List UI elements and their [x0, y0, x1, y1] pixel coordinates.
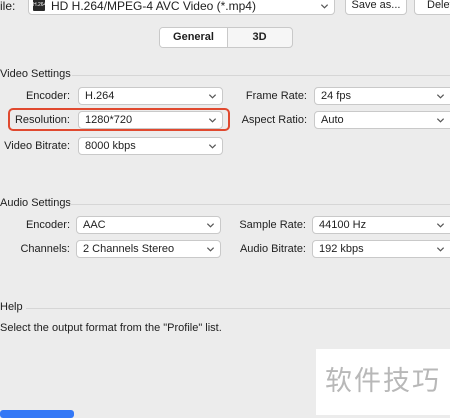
video-encoder-value: H.264: [85, 90, 115, 102]
sample-rate-label: Sample Rate:: [239, 219, 306, 231]
bottom-action-button[interactable]: [0, 410, 74, 418]
audio-settings-title: Audio Settings: [0, 197, 71, 209]
audio-encoder-label: Encoder:: [25, 219, 70, 231]
sample-rate-value: 44100 Hz: [319, 219, 367, 231]
aspect-ratio-select[interactable]: Auto: [314, 111, 450, 129]
audio-bitrate-value: 192 kbps: [319, 243, 364, 255]
delete-button[interactable]: Delet: [414, 0, 450, 15]
audio-settings-divider: [70, 204, 450, 205]
sample-rate-select[interactable]: 44100 Hz: [312, 216, 450, 234]
video-bitrate-value: 8000 kbps: [85, 140, 136, 152]
chevron-down-icon: [206, 223, 215, 228]
help-title: Help: [0, 301, 23, 313]
frame-rate-value: 24 fps: [321, 90, 351, 102]
watermark-overlay: 软件技巧: [316, 349, 450, 415]
video-settings-divider: [72, 75, 450, 76]
frame-rate-select[interactable]: 24 fps: [314, 87, 450, 105]
chevron-down-icon: [436, 223, 445, 228]
audio-encoder-value: AAC: [83, 219, 106, 231]
profile-value: HD H.264/MPEG-4 AVC Video (*.mp4): [51, 0, 256, 13]
profile-label: ile:: [0, 0, 16, 13]
resolution-label: Resolution:: [14, 114, 70, 126]
chevron-down-icon: [208, 144, 217, 149]
video-encoder-label: Encoder:: [25, 90, 70, 102]
resolution-value: 1280*720: [85, 114, 133, 126]
aspect-ratio-label: Aspect Ratio:: [241, 114, 307, 126]
channels-value: 2 Channels Stereo: [83, 243, 175, 255]
save-as-button[interactable]: Save as...: [345, 0, 407, 15]
channels-select[interactable]: 2 Channels Stereo: [76, 240, 221, 258]
format-icon: H.264: [33, 0, 45, 11]
tab-general[interactable]: General: [160, 28, 228, 47]
help-text: Select the output format from the "Profi…: [0, 322, 222, 334]
help-divider: [26, 308, 450, 309]
profile-select[interactable]: H.264 HD H.264/MPEG-4 AVC Video (*.mp4): [28, 0, 335, 15]
tab-bar: General 3D: [159, 27, 293, 48]
channels-label: Channels:: [20, 243, 70, 255]
video-bitrate-select[interactable]: 8000 kbps: [78, 137, 223, 155]
video-bitrate-label: Video Bitrate:: [4, 140, 70, 152]
frame-rate-label: Frame Rate:: [245, 90, 307, 102]
chevron-down-icon: [208, 94, 217, 99]
aspect-ratio-value: Auto: [321, 114, 344, 126]
audio-encoder-select[interactable]: AAC: [76, 216, 221, 234]
video-encoder-select[interactable]: H.264: [78, 87, 223, 105]
chevron-down-icon: [436, 118, 445, 123]
tab-3d[interactable]: 3D: [227, 28, 292, 47]
chevron-down-icon: [436, 94, 445, 99]
chevron-down-icon: [208, 118, 217, 123]
video-settings-title: Video Settings: [0, 68, 71, 80]
audio-bitrate-label: Audio Bitrate:: [239, 243, 306, 255]
audio-bitrate-select[interactable]: 192 kbps: [312, 240, 450, 258]
chevron-down-icon: [320, 4, 329, 9]
chevron-down-icon: [436, 247, 445, 252]
resolution-select[interactable]: 1280*720: [78, 111, 223, 129]
chevron-down-icon: [206, 247, 215, 252]
